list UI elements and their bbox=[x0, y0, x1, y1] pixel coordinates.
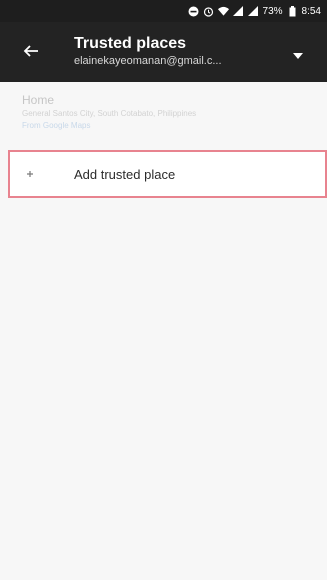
account-dropdown-button[interactable] bbox=[291, 48, 305, 62]
back-button[interactable] bbox=[20, 42, 42, 64]
account-email: elainekayeomanan@gmail.c... bbox=[74, 55, 222, 67]
page-title: Trusted places bbox=[74, 35, 187, 52]
signal-icon bbox=[248, 5, 259, 17]
app-bar: Trusted places elainekayeomanan@gmail.c.… bbox=[0, 22, 327, 82]
status-bar: 73% 8:54 bbox=[0, 0, 327, 22]
trusted-places-screen: 73% 8:54 Trusted places elainekayeomanan… bbox=[0, 0, 327, 580]
caret-down-icon bbox=[293, 46, 303, 64]
place-address: General Santos City, South Cotabato, Phi… bbox=[22, 109, 197, 118]
battery-percent: 73% bbox=[262, 5, 283, 17]
place-item-home[interactable]: Home General Santos City, South Cotabato… bbox=[0, 82, 327, 148]
place-name: Home bbox=[22, 93, 55, 107]
signal-icon bbox=[233, 5, 244, 17]
add-trusted-place-label: Add trusted place bbox=[74, 167, 176, 182]
place-source: From Google Maps bbox=[22, 121, 91, 130]
clock: 8:54 bbox=[301, 5, 321, 17]
arrow-back-icon bbox=[23, 43, 39, 64]
do-not-disturb-icon bbox=[188, 6, 199, 17]
plus-icon bbox=[24, 168, 36, 180]
title-area: Trusted places elainekayeomanan@gmail.c.… bbox=[74, 34, 274, 68]
trusted-places-list: Home General Santos City, South Cotabato… bbox=[0, 82, 327, 580]
alarm-icon bbox=[203, 6, 214, 17]
wifi-icon bbox=[217, 6, 229, 17]
add-trusted-place-button[interactable]: Add trusted place bbox=[8, 150, 327, 198]
battery-icon bbox=[287, 5, 298, 17]
